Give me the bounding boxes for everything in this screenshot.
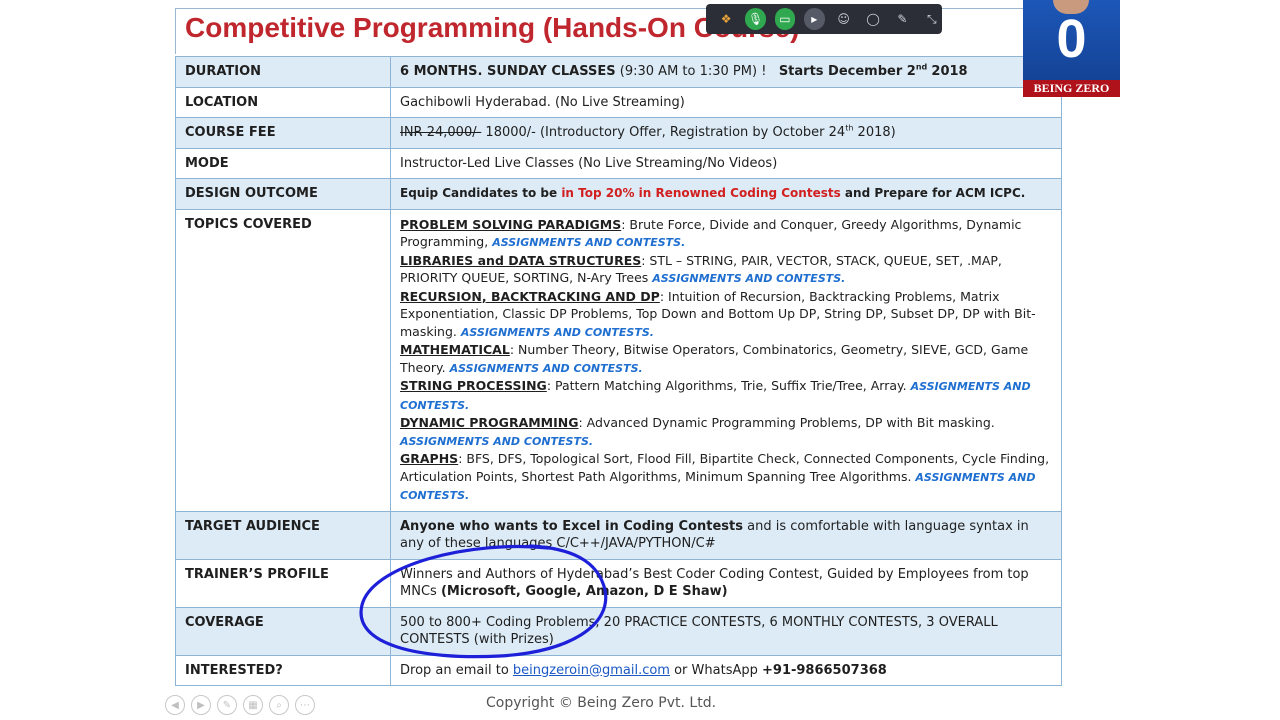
topic-head: RECURSION, BACKTRACKING AND DP — [400, 288, 660, 304]
course-info-table: DURATION 6 MONTHS. SUNDAY CLASSES (9:30 … — [175, 56, 1062, 686]
duration-start: Starts December 2 — [778, 64, 916, 79]
table-row-interested: INTERESTED? Drop an email to beingzeroin… — [175, 654, 1062, 686]
pen-icon[interactable]: ✎ — [892, 8, 912, 30]
row-label: LOCATION — [175, 86, 391, 118]
duration-time: (9:30 AM to 1:30 PM) ! — [619, 64, 767, 79]
screen-share-icon[interactable]: ▭ — [774, 8, 796, 30]
row-label: INTERESTED? — [175, 654, 391, 686]
topic-assign: ASSIGNMENTS AND CONTESTS. — [652, 272, 846, 285]
meeting-toolbar: ❖ 🎙 ▭ ▸ ☺ ◯ ✎ ⤡ — [706, 4, 942, 34]
audience-bold: Anyone who wants to Excel in Coding Cont… — [400, 518, 744, 534]
table-row-coverage: COVERAGE 500 to 800+ Coding Problems, 20… — [175, 606, 1062, 656]
row-label: COVERAGE — [175, 606, 391, 656]
topic-head: MATHEMATICAL — [400, 342, 510, 357]
chat-icon[interactable]: ◯ — [863, 8, 883, 30]
table-row-mode: MODE Instructor-Led Live Classes (No Liv… — [175, 147, 1062, 179]
table-row-trainer: TRAINER’S PROFILE Winners and Authors of… — [175, 558, 1062, 608]
camera-icon[interactable]: ▸ — [804, 8, 825, 30]
design-pre: Equip Candidates to be — [400, 186, 562, 200]
topic-item: LIBRARIES and DATA STRUCTURES: STL – STR… — [400, 252, 1052, 288]
row-value: Gachibowli Hyderabad. (No Live Streaming… — [390, 86, 1062, 118]
table-row-duration: DURATION 6 MONTHS. SUNDAY CLASSES (9:30 … — [175, 56, 1062, 88]
topic-head: DYNAMIC PROGRAMMING — [400, 415, 579, 430]
row-value: 500 to 800+ Coding Problems, 20 PRACTICE… — [390, 606, 1062, 656]
row-label: COURSE FEE — [175, 117, 391, 149]
old-fee: INR 24,000/- — [400, 125, 482, 140]
topics-list: PROBLEM SOLVING PARADIGMS: Brute Force, … — [390, 208, 1062, 512]
topic-head: PROBLEM SOLVING PARADIGMS — [400, 216, 622, 232]
row-label: TARGET AUDIENCE — [175, 510, 391, 560]
zoom-icon[interactable]: ⌕ — [269, 695, 289, 715]
design-post: and Prepare for ACM ICPC. — [840, 186, 1026, 200]
table-row-topics: TOPICS COVERED PROBLEM SOLVING PARADIGMS… — [175, 208, 1062, 512]
logo-text: BEING ZERO — [1023, 80, 1120, 97]
design-highlight: in Top 20% in Renowned Coding Contests — [561, 186, 841, 200]
table-row-location: LOCATION Gachibowli Hyderabad. (No Live … — [175, 86, 1062, 118]
topic-text: : Advanced Dynamic Programming Problems,… — [578, 415, 995, 430]
more-options-icon[interactable]: ⋯ — [295, 695, 315, 715]
row-value: Drop an email to beingzeroin@gmail.com o… — [390, 654, 1062, 686]
topic-head: STRING PROCESSING — [400, 378, 547, 393]
interested-pre: Drop an email to — [400, 662, 513, 678]
row-value: Equip Candidates to be in Top 20% in Ren… — [390, 178, 1062, 210]
copyright-footer: Copyright © Being Zero Pvt. Ltd. — [486, 695, 717, 711]
being-zero-logo: 0 BEING ZERO — [1023, 0, 1120, 97]
topic-assign: ASSIGNMENTS AND CONTESTS. — [492, 236, 686, 249]
row-label: TOPICS COVERED — [175, 208, 391, 512]
row-label: DESIGN OUTCOME — [175, 178, 391, 210]
table-row-fee: COURSE FEE INR 24,000/- 18000/- (Introdu… — [175, 117, 1062, 149]
topic-assign: ASSIGNMENTS AND CONTESTS. — [400, 434, 594, 448]
row-value: Instructor-Led Live Classes (No Live Str… — [390, 147, 1062, 179]
row-value: Anyone who wants to Excel in Coding Cont… — [390, 510, 1062, 560]
next-slide-icon[interactable]: ▶ — [191, 695, 211, 715]
collapse-icon[interactable]: ⤡ — [922, 8, 942, 30]
row-label: TRAINER’S PROFILE — [175, 558, 391, 608]
topic-assign: ASSIGNMENTS AND CONTESTS. — [460, 325, 654, 339]
topic-item: MATHEMATICAL: Number Theory, Bitwise Ope… — [400, 341, 1052, 377]
phone-number: +91-9866507368 — [762, 662, 887, 678]
topic-head: LIBRARIES and DATA STRUCTURES — [400, 252, 642, 268]
pen-tool-icon[interactable]: ✎ — [217, 695, 237, 715]
row-value: 6 MONTHS. SUNDAY CLASSES (9:30 AM to 1:3… — [390, 56, 1062, 88]
email-link[interactable]: beingzeroin@gmail.com — [513, 663, 670, 678]
topic-item: STRING PROCESSING: Pattern Matching Algo… — [400, 377, 1052, 414]
logo-number: 0 — [1056, 9, 1087, 69]
left-margin — [0, 0, 160, 720]
row-label: DURATION — [175, 56, 391, 88]
topic-item: GRAPHS: BFS, DFS, Topological Sort, Floo… — [400, 450, 1052, 505]
sticker-icon[interactable]: ❖ — [716, 8, 736, 30]
duration-start-sup: nd — [915, 62, 928, 72]
topic-head: GRAPHS — [400, 451, 459, 466]
topic-item: PROBLEM SOLVING PARADIGMS: Brute Force, … — [400, 216, 1052, 252]
trainer-companies: (Microsoft, Google, Amazon, D E Shaw) — [440, 584, 728, 599]
row-label: MODE — [175, 147, 391, 179]
previous-slide-icon[interactable]: ◀ — [165, 695, 185, 715]
slideshow-controls: ◀ ▶ ✎ ▦ ⌕ ⋯ — [165, 695, 315, 715]
duration-year: 2018 — [931, 64, 968, 79]
fee-tail: 2018) — [853, 125, 896, 140]
participants-icon[interactable]: ☺ — [834, 8, 854, 30]
row-value: Winners and Authors of Hyderabad’s Best … — [390, 558, 1062, 608]
row-value: INR 24,000/- 18000/- (Introductory Offer… — [390, 117, 1062, 149]
interested-mid: or WhatsApp — [669, 662, 762, 678]
slides-grid-icon[interactable]: ▦ — [243, 695, 263, 715]
topic-assign: ASSIGNMENTS AND CONTESTS. — [449, 361, 643, 375]
topic-text: : Pattern Matching Algorithms, Trie, Suf… — [546, 378, 911, 393]
duration-main: 6 MONTHS. SUNDAY CLASSES — [400, 64, 616, 79]
new-fee: 18000/- (Introductory Offer, Registratio… — [481, 125, 846, 140]
topic-item: DYNAMIC PROGRAMMING: Advanced Dynamic Pr… — [400, 414, 1052, 450]
topic-item: RECURSION, BACKTRACKING AND DP: Intuitio… — [400, 288, 1052, 342]
right-margin — [1120, 0, 1280, 720]
table-row-design: DESIGN OUTCOME Equip Candidates to be in… — [175, 178, 1062, 210]
microphone-icon[interactable]: 🎙 — [745, 8, 766, 30]
table-row-audience: TARGET AUDIENCE Anyone who wants to Exce… — [175, 510, 1062, 560]
